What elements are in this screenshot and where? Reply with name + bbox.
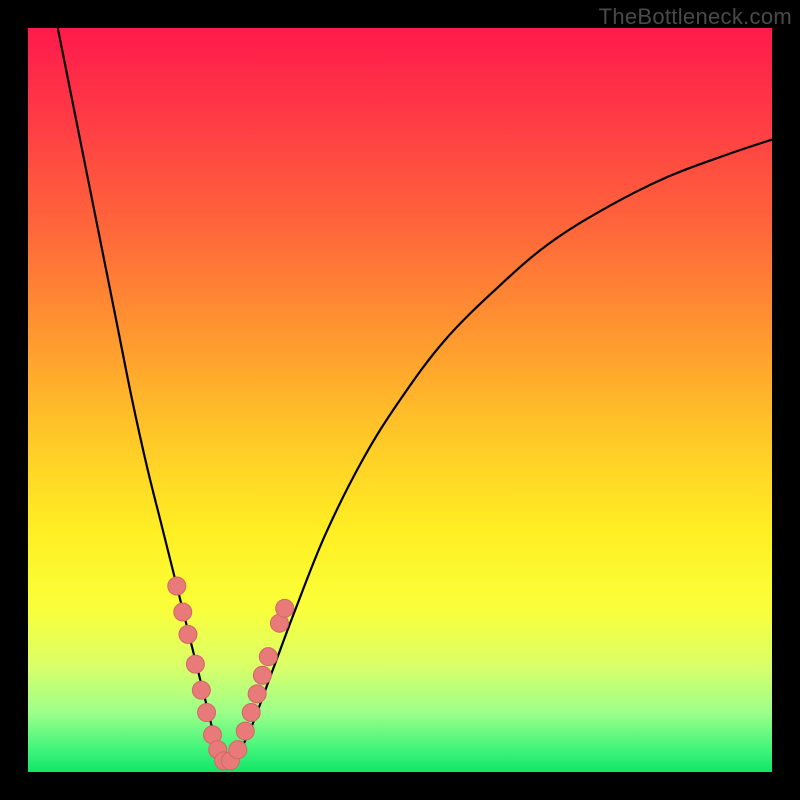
curve-markers [168,577,294,770]
curve-marker [168,577,186,595]
chart-frame: TheBottleneck.com [0,0,800,800]
curve-marker [236,722,254,740]
curve-marker [259,648,277,666]
curve-marker [192,681,210,699]
plot-area [28,28,772,772]
curve-marker [248,685,266,703]
bottleneck-curve [58,28,772,765]
watermark-text: TheBottleneck.com [599,4,792,30]
curve-marker [229,741,247,759]
curve-marker [242,703,260,721]
curve-marker [179,625,197,643]
curve-marker [186,655,204,673]
curve-marker [253,666,271,684]
curve-layer [28,28,772,772]
curve-marker [276,599,294,617]
curve-marker [198,703,216,721]
curve-marker [174,603,192,621]
